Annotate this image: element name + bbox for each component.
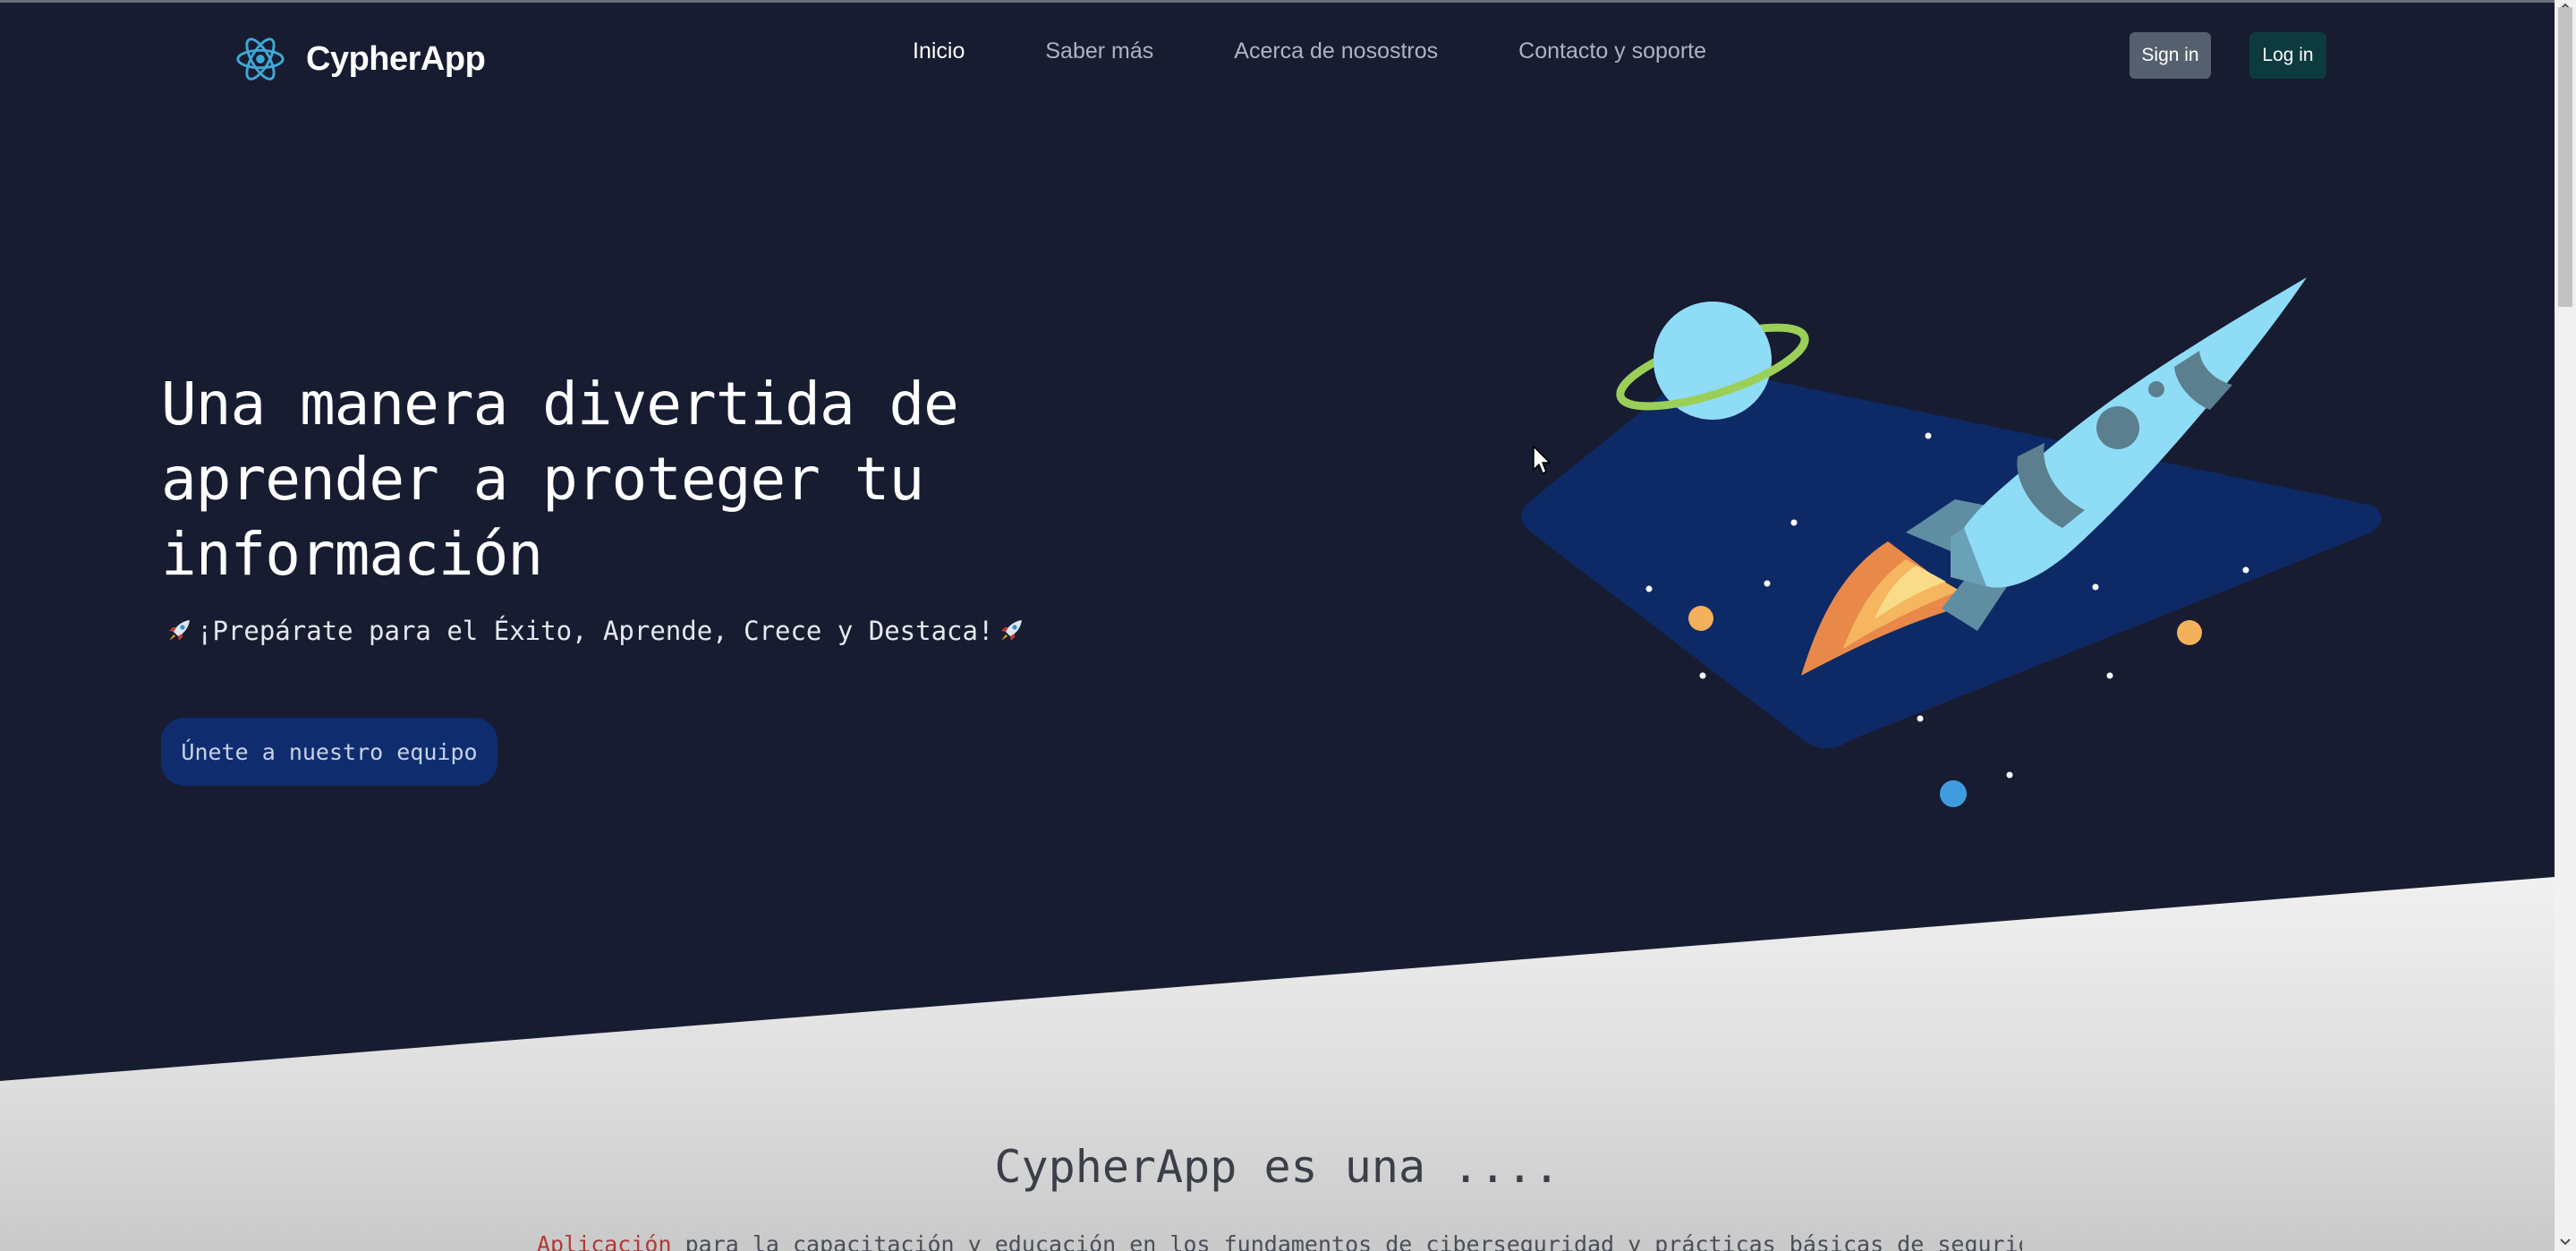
page: CypherApp Inicio Saber más Acerca de nos…	[0, 0, 2576, 1251]
join-team-button[interactable]: Únete a nuestro equipo	[161, 718, 497, 786]
hero-subtitle-text: ¡Prepárate para el Éxito, Aprende, Crece…	[197, 616, 994, 646]
hero-title: Una manera divertida de aprender a prote…	[161, 370, 959, 589]
nav-link-acerca[interactable]: Acerca de nosostros	[1234, 38, 1438, 64]
orange-planet-left	[1688, 606, 1713, 631]
nav-links: Inicio Saber más Acerca de nosostros Con…	[913, 38, 1787, 64]
atom-icon	[236, 38, 285, 81]
brand-name: CypherApp	[306, 39, 486, 78]
rocket-icon	[1001, 620, 1023, 641]
about-title: CypherApp es una ....	[994, 1141, 1560, 1193]
scroll-down-arrow-icon[interactable]	[2559, 1238, 2572, 1247]
mouse-cursor-icon	[1533, 446, 1551, 474]
hero-subtitle: ¡Prepárate para el Éxito, Aprende, Crece…	[161, 616, 1029, 646]
nav-link-contacto[interactable]: Contacto y soporte	[1518, 38, 1706, 64]
about-text-rest: para la capacitación y educación en los …	[684, 1231, 2022, 1251]
nav-link-saber-mas[interactable]: Saber más	[1045, 38, 1153, 64]
brand[interactable]: CypherApp	[234, 32, 486, 86]
about-text-accent: Aplicación	[537, 1231, 672, 1251]
scrollbar-thumb[interactable]	[2558, 7, 2572, 307]
log-in-button[interactable]: Log in	[2249, 32, 2326, 79]
about-text: Aplicación para la capacitación y educac…	[537, 1231, 2022, 1251]
nav-link-inicio[interactable]: Inicio	[913, 38, 965, 64]
top-navbar: CypherApp Inicio Saber más Acerca de nos…	[0, 3, 2555, 110]
sign-in-button[interactable]: Sign in	[2130, 32, 2211, 79]
vertical-scrollbar[interactable]	[2555, 0, 2576, 1251]
orange-planet-right	[2177, 620, 2202, 645]
rocket-planet-illustration	[1521, 277, 2382, 807]
rocket-icon	[169, 620, 190, 641]
blue-planet	[1940, 780, 1967, 807]
